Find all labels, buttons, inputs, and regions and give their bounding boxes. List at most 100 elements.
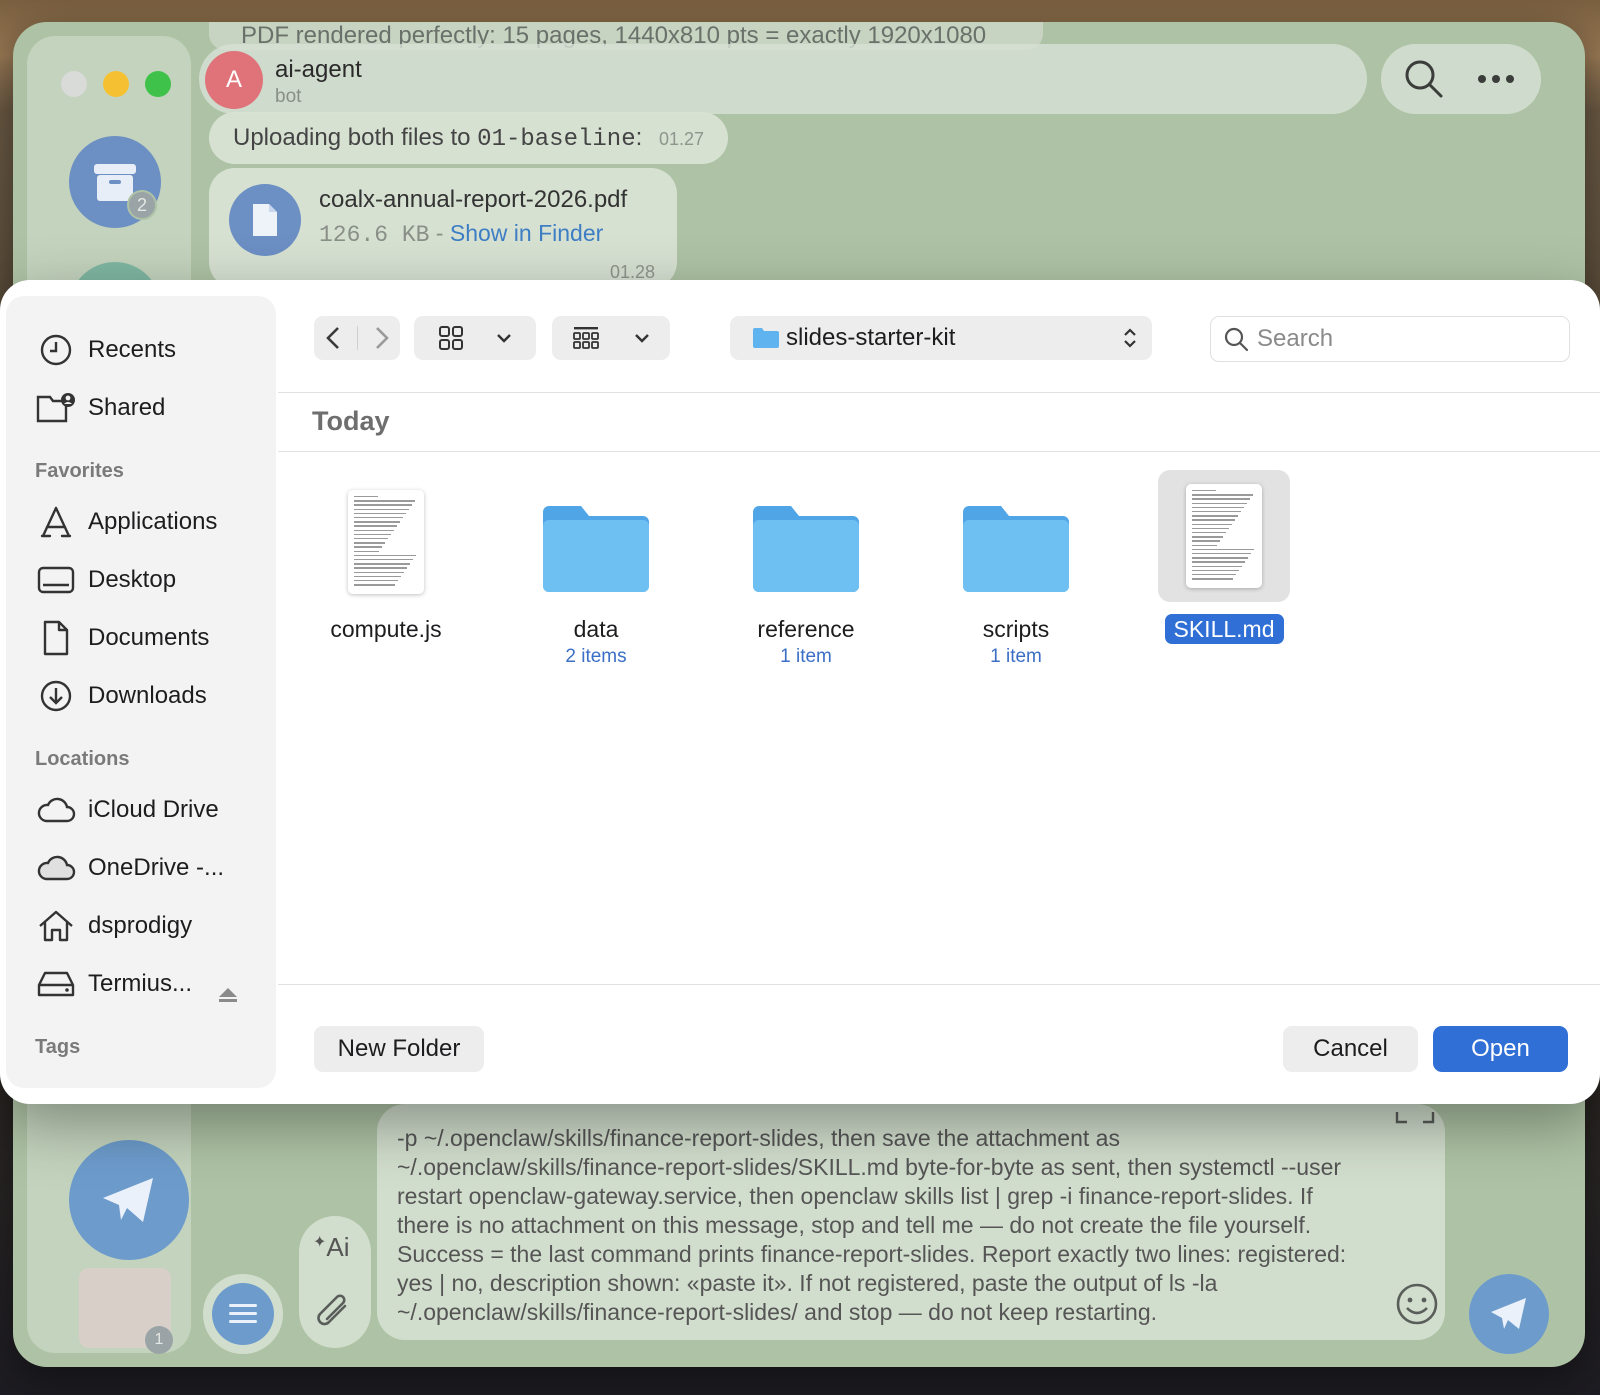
thumbnail-text-line bbox=[354, 496, 378, 498]
back-chevron-icon[interactable] bbox=[323, 326, 343, 350]
composer-tools: ✦Ai bbox=[299, 1216, 371, 1348]
current-folder-name: slides-starter-kit bbox=[786, 324, 956, 351]
document-icon bbox=[1158, 470, 1290, 602]
new-folder-button[interactable]: New Folder bbox=[314, 1026, 484, 1072]
sidebar-item-label: Desktop bbox=[88, 566, 177, 593]
tags-heading: Tags bbox=[35, 1036, 81, 1058]
toolbar-divider bbox=[278, 392, 1600, 393]
thumbnail-text-line bbox=[1192, 527, 1229, 530]
thumbnail-text-line bbox=[1192, 536, 1223, 538]
cancel-button[interactable]: Cancel bbox=[1283, 1026, 1418, 1072]
sparkle-icon: ✦ bbox=[313, 1234, 327, 1251]
thumbnail-text-line bbox=[1192, 544, 1217, 546]
folder-path-popup[interactable]: slides-starter-kit bbox=[730, 316, 1152, 360]
sidebar-item-onedrive[interactable]: OneDrive -... bbox=[36, 848, 224, 888]
folder-icon bbox=[958, 478, 1074, 594]
open-button[interactable]: Open bbox=[1433, 1026, 1568, 1072]
drive-icon bbox=[36, 964, 76, 1004]
search-icon[interactable] bbox=[1403, 58, 1445, 100]
paperclip-icon[interactable] bbox=[315, 1292, 355, 1334]
chevron-down-icon bbox=[497, 334, 511, 343]
message-text: Uploading both files to bbox=[233, 124, 478, 151]
thumbnail-text-line bbox=[1192, 574, 1236, 576]
home-icon bbox=[36, 906, 76, 946]
chat-subtitle: bot bbox=[275, 86, 302, 107]
sidebar-item-applications[interactable]: Applications bbox=[36, 502, 217, 542]
sidebar-item-recents[interactable]: Recents bbox=[36, 330, 176, 370]
document-icon bbox=[36, 618, 76, 658]
download-icon bbox=[36, 676, 76, 716]
ai-label: Ai bbox=[326, 1232, 350, 1262]
folder-item-scripts[interactable]: scripts 1 item bbox=[932, 478, 1100, 678]
file-size: 126.6 KB bbox=[319, 222, 430, 248]
favorites-heading: Favorites bbox=[35, 460, 124, 482]
document-thumbnail bbox=[348, 490, 424, 594]
folder-icon bbox=[753, 328, 779, 348]
sidebar-item-icloud-drive[interactable]: iCloud Drive bbox=[36, 790, 219, 830]
window-maximize-button[interactable] bbox=[145, 71, 171, 97]
thumbnail-text-line bbox=[354, 542, 385, 544]
file-icon[interactable] bbox=[229, 184, 301, 256]
thumbnail-text-line bbox=[1192, 540, 1220, 542]
thumbnail-text-line bbox=[354, 508, 409, 510]
sidebar-item-shared[interactable]: Shared bbox=[36, 388, 165, 428]
thumbnail-text-line bbox=[1192, 502, 1247, 504]
sidebar-item-desktop[interactable]: Desktop bbox=[36, 560, 176, 600]
more-options-icon[interactable] bbox=[1477, 74, 1515, 84]
folder-name: reference bbox=[757, 616, 855, 642]
chat-header[interactable]: A ai-agent bot bbox=[199, 44, 1367, 114]
expand-icon[interactable] bbox=[1395, 1110, 1435, 1130]
sidebar-item-label: dsprodigy bbox=[88, 912, 193, 939]
section-title-today: Today bbox=[312, 406, 390, 436]
thumbnail-text-line bbox=[354, 525, 397, 527]
sidebar-item-documents[interactable]: Documents bbox=[36, 618, 209, 658]
section-divider bbox=[278, 451, 1600, 452]
locations-heading: Locations bbox=[35, 748, 130, 770]
sidebar-item-home[interactable]: dsprodigy bbox=[36, 906, 192, 946]
view-mode-button[interactable] bbox=[414, 316, 536, 360]
file-meta-separator: - bbox=[429, 220, 450, 246]
up-down-chevron-icon bbox=[1124, 328, 1136, 348]
window-minimize-button[interactable] bbox=[103, 71, 129, 97]
menu-lines-icon bbox=[229, 1304, 257, 1323]
telegram-logo-button[interactable] bbox=[69, 1140, 189, 1260]
thumbnail-text-line bbox=[1192, 523, 1232, 525]
search-icon bbox=[1224, 327, 1249, 352]
eject-icon[interactable] bbox=[218, 986, 238, 1004]
bot-menu-button[interactable] bbox=[203, 1274, 283, 1354]
thumbnail-text-line bbox=[1192, 515, 1238, 517]
folder-item-reference[interactable]: reference 1 item bbox=[722, 478, 890, 678]
ai-text-button[interactable]: ✦Ai bbox=[313, 1232, 350, 1263]
folder-item-data[interactable]: data 2 items bbox=[512, 478, 680, 678]
sidebar-item-label: Downloads bbox=[88, 682, 207, 709]
thumbnail-text-line bbox=[354, 559, 413, 561]
emoji-icon[interactable] bbox=[1395, 1282, 1439, 1326]
search-field[interactable]: Search bbox=[1210, 316, 1570, 362]
archive-unread-badge: 2 bbox=[127, 190, 157, 220]
sidebar-item-downloads[interactable]: Downloads bbox=[36, 676, 207, 716]
sidebar-item-label: Documents bbox=[88, 624, 210, 651]
show-in-finder-link[interactable]: Show in Finder bbox=[450, 220, 603, 246]
message-time: 01.27 bbox=[658, 129, 704, 149]
dialog-sidebar: Recents Shared Favorites Applications De… bbox=[6, 296, 276, 1088]
sidebar-item-label: iCloud Drive bbox=[88, 796, 219, 823]
navigation-buttons bbox=[314, 316, 400, 360]
forward-chevron-icon[interactable] bbox=[372, 326, 392, 350]
file-item-compute-js[interactable]: compute.js bbox=[302, 478, 470, 678]
composer-input[interactable]: -p ~/.openclaw/skills/finance-report-sli… bbox=[397, 1124, 1357, 1327]
thumbnail-text-line bbox=[354, 512, 406, 515]
sidebar-item-label: Applications bbox=[88, 508, 218, 535]
thumbnail-text-line bbox=[354, 500, 415, 502]
file-message-bubble[interactable]: coalx-annual-report-2026.pdf 126.6 KB - … bbox=[209, 168, 677, 288]
chevron-down-icon bbox=[635, 334, 649, 343]
folder-icon bbox=[538, 478, 654, 594]
shared-folder-icon bbox=[36, 388, 76, 428]
sidebar-item-termius[interactable]: Termius... bbox=[36, 964, 192, 1004]
thumbnail-text-line bbox=[1192, 498, 1250, 500]
send-button[interactable] bbox=[1469, 1274, 1549, 1354]
window-close-button[interactable] bbox=[61, 71, 87, 97]
group-by-button[interactable] bbox=[552, 316, 670, 360]
file-item-skill-md-selected[interactable]: SKILL.md bbox=[1140, 470, 1308, 678]
thumbnail-text-line bbox=[1192, 569, 1239, 572]
file-name: coalx-annual-report-2026.pdf bbox=[319, 186, 628, 213]
